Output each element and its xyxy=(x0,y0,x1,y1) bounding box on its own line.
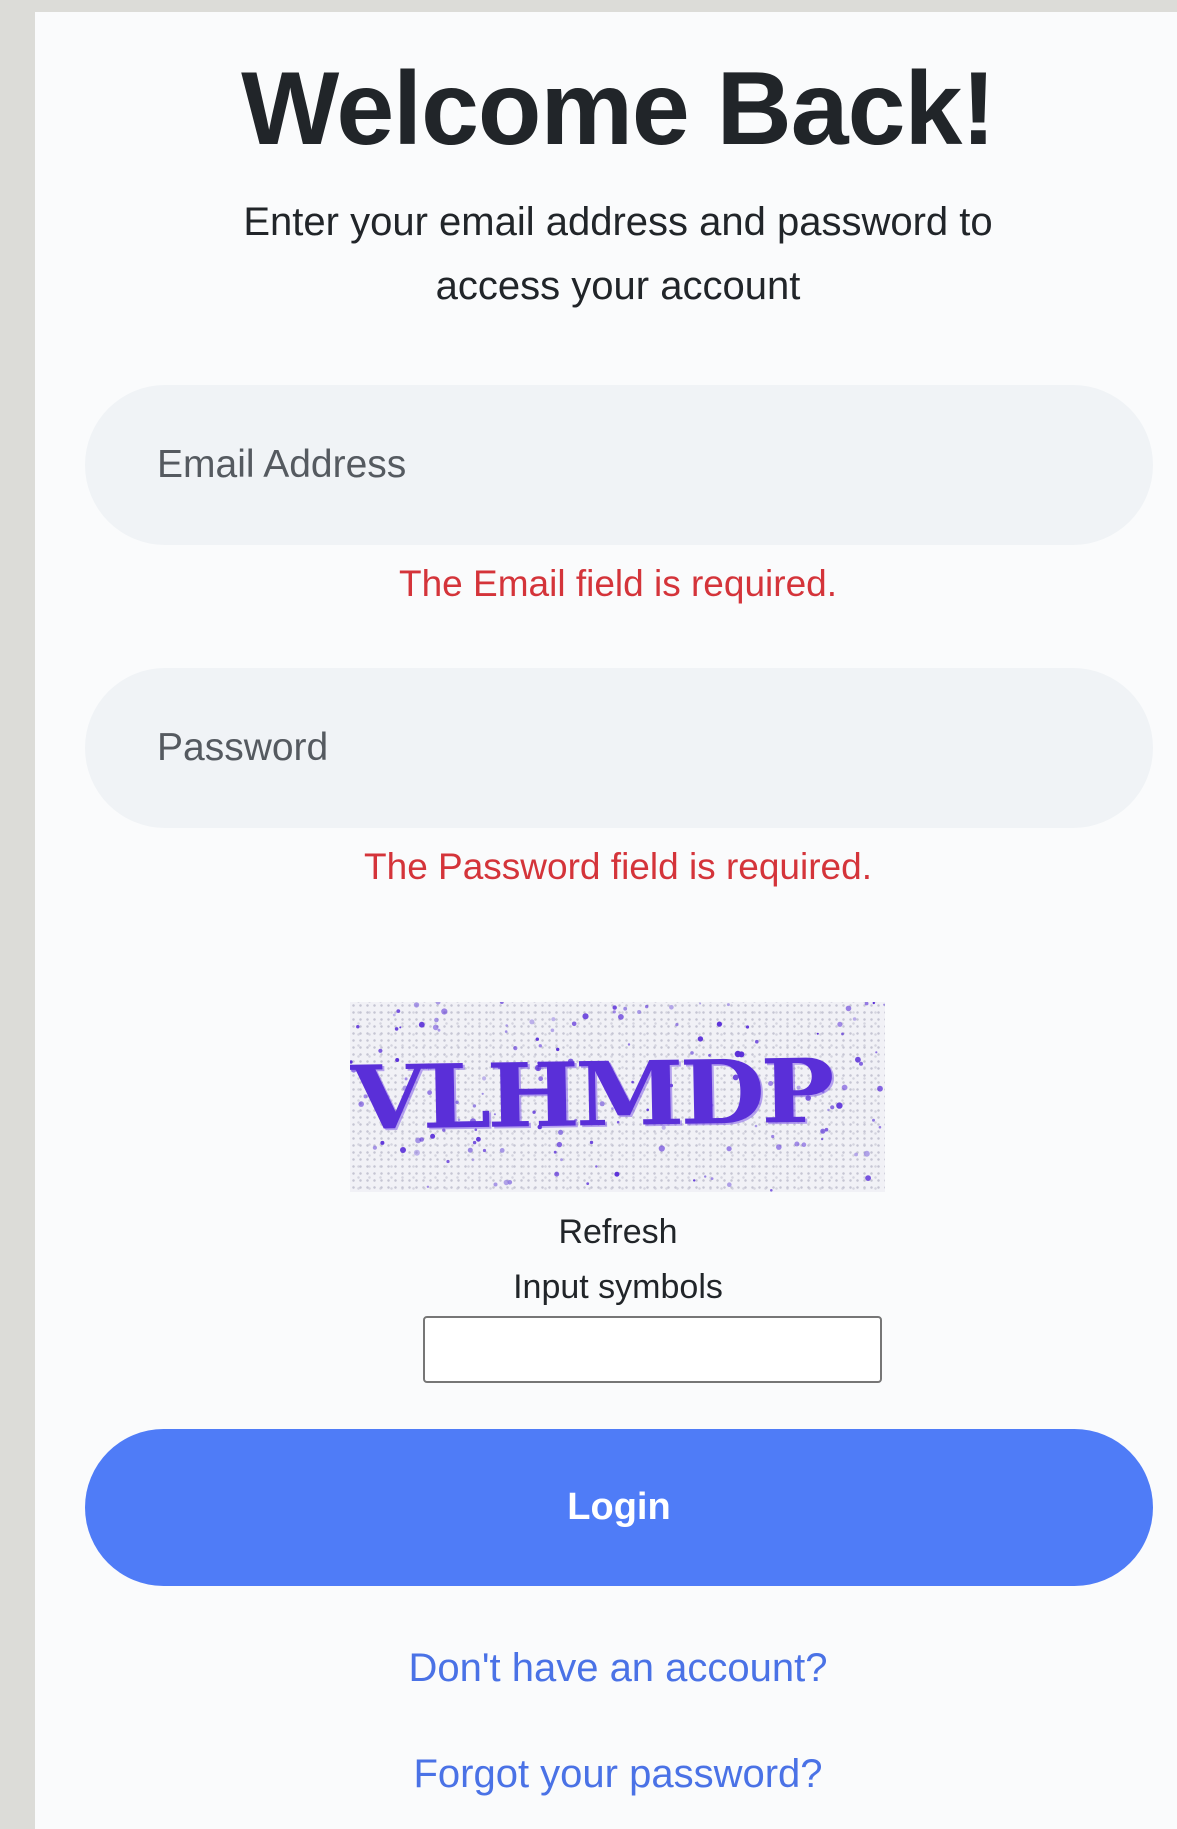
captcha-noise-dot xyxy=(356,1025,360,1029)
captcha-noise-dot xyxy=(499,1148,505,1153)
password-field[interactable] xyxy=(85,668,1153,828)
captcha-noise-dot xyxy=(586,1182,590,1185)
captcha-noise-dot xyxy=(503,1179,509,1186)
captcha-noise-dot xyxy=(612,1010,616,1014)
captcha-noise-dot xyxy=(693,1179,696,1182)
captcha-noise-dot xyxy=(529,1019,535,1025)
captcha-noise-dot xyxy=(418,1021,425,1028)
captcha-noise-dot xyxy=(595,1165,598,1168)
captcha-noise-dot xyxy=(392,1013,396,1017)
captcha-input[interactable] xyxy=(423,1316,882,1383)
email-field[interactable] xyxy=(85,385,1153,545)
captcha-noise-dot xyxy=(675,1023,679,1027)
captcha-refresh-link[interactable]: Refresh xyxy=(35,1213,1177,1252)
captcha-noise-dot xyxy=(770,1189,773,1192)
captcha-noise-dot xyxy=(845,1005,852,1012)
captcha-noise-dot xyxy=(554,1171,560,1177)
captcha-noise-dot xyxy=(434,1017,439,1023)
captcha-noise-dot xyxy=(394,1027,399,1031)
captcha-noise-dot xyxy=(658,1145,665,1152)
captcha-noise-dot xyxy=(878,1125,882,1129)
captcha-noise-dot xyxy=(614,1171,620,1177)
captcha-noise-dot xyxy=(699,1002,702,1005)
captcha-noise-dot xyxy=(859,1061,863,1066)
captcha-noise-dot xyxy=(441,1008,448,1015)
captcha-noise-dot xyxy=(726,1146,732,1152)
captcha-noise-dot xyxy=(872,1118,875,1122)
captcha-noise-dot xyxy=(863,1150,870,1157)
captcha-image: VLHMDP xyxy=(350,1002,885,1192)
login-page: Welcome Back! Enter your email address a… xyxy=(35,12,1177,1829)
captcha-noise-dot xyxy=(551,1017,556,1022)
captcha-noise-dot xyxy=(571,1021,577,1027)
captcha-noise-dot xyxy=(865,1175,871,1181)
captcha-noise-dot xyxy=(623,1006,628,1011)
captcha-noise-dot xyxy=(437,1028,441,1032)
forgot-password-link[interactable]: Forgot your password? xyxy=(35,1752,1177,1797)
captcha-noise-dot xyxy=(726,1003,730,1007)
captcha-noise-dot xyxy=(816,1032,819,1035)
captcha-noise-dot xyxy=(645,1004,649,1009)
captcha-noise-dot xyxy=(432,1024,439,1031)
captcha-noise-dot xyxy=(872,1002,875,1005)
captcha-noise-dot xyxy=(396,1009,401,1013)
captcha-noise-dot xyxy=(716,1021,722,1027)
captcha-noise-dot xyxy=(875,1051,878,1054)
login-button[interactable]: Login xyxy=(85,1429,1153,1586)
captcha-noise-dot xyxy=(505,1024,508,1027)
captcha-noise-dot xyxy=(854,1152,858,1157)
captcha-noise-dot xyxy=(669,1005,674,1010)
captcha-noise-dot xyxy=(471,1158,475,1162)
captcha-noise-dot xyxy=(745,1025,750,1029)
captcha-noise-dot xyxy=(499,1002,504,1004)
captcha-noise-dot xyxy=(836,1102,843,1109)
captcha-noise-dot xyxy=(535,1037,539,1041)
captcha-noise-dot xyxy=(435,1002,441,1005)
email-error-message: The Email field is required. xyxy=(398,563,838,604)
captcha-noise-dot xyxy=(704,1175,707,1178)
captcha-noise-dot xyxy=(618,1014,624,1020)
captcha-noise-dot xyxy=(482,1148,487,1153)
captcha-noise-dot xyxy=(877,1085,883,1092)
captcha-noise-dot xyxy=(637,1010,642,1014)
captcha-noise-dot xyxy=(550,1028,555,1033)
captcha-noise-dot xyxy=(855,1056,861,1063)
captcha-noise-dot xyxy=(612,1005,617,1010)
captcha-noise-dot xyxy=(710,1177,714,1180)
password-error-message: The Password field is required. xyxy=(364,846,872,887)
captcha-noise-dot xyxy=(504,1030,508,1033)
captcha-noise-dot xyxy=(446,1159,450,1164)
captcha-noise-dot xyxy=(560,1158,563,1162)
page-title: Welcome Back! xyxy=(241,51,996,167)
captcha-noise-dot xyxy=(841,1032,844,1036)
captcha-noise-dot xyxy=(864,1002,869,1006)
signup-link[interactable]: Don't have an account? xyxy=(35,1646,1177,1691)
captcha-noise-dot xyxy=(426,1185,430,1188)
captcha-noise-dot xyxy=(837,1021,843,1027)
captcha-noise-dot xyxy=(493,1182,498,1187)
page-subtitle: Enter your email address and password to… xyxy=(243,200,993,308)
captcha-noise-dot xyxy=(841,1084,848,1091)
captcha-noise-dot xyxy=(883,1003,885,1006)
captcha-noise-dot xyxy=(776,1144,782,1150)
captcha-noise-dot xyxy=(413,1002,420,1008)
captcha-noise-dot xyxy=(413,1149,420,1156)
captcha-input-label: Input symbols xyxy=(513,1268,723,1306)
captcha-noise-dot xyxy=(727,1182,732,1187)
captcha-image-text: VLHMDP xyxy=(350,1039,832,1151)
captcha-noise-dot xyxy=(399,1026,402,1029)
captcha-noise-dot xyxy=(852,1017,857,1021)
captcha-noise-dot xyxy=(553,1150,557,1154)
captcha-noise-dot xyxy=(582,1013,589,1020)
